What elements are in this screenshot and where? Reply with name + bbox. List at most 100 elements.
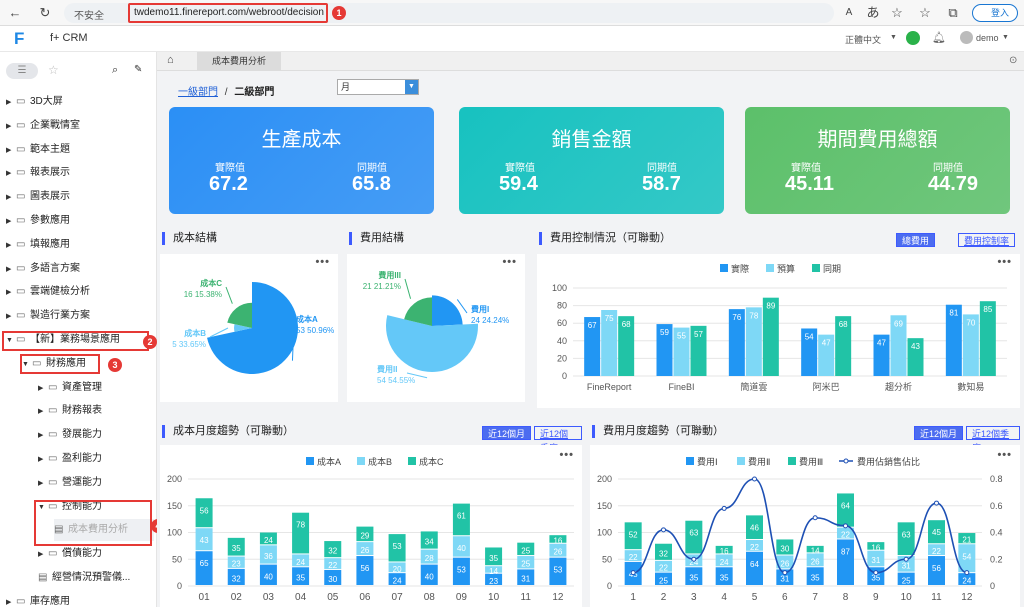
sidebar-item-label: 填報應用: [30, 238, 70, 250]
chevron-down-icon[interactable]: ▼: [405, 80, 418, 94]
legend-label: 成本C: [419, 456, 444, 467]
sidebar-item[interactable]: ▶ ▭ 發展能力: [38, 424, 102, 446]
sidebar-item[interactable]: ▶ ▭ 營運能力: [38, 472, 102, 494]
kpi-card[interactable]: 銷售金額 實際值 59.4 同期值 58.7: [459, 107, 724, 214]
sidebar-item[interactable]: ▤ 經營情況預警儀...: [38, 567, 130, 589]
sidebar-item[interactable]: ▶ ▭ 3D大屏: [6, 91, 63, 113]
directory-icon[interactable]: ☰: [6, 63, 38, 79]
read-aloud-icon[interactable]: A: [840, 4, 858, 22]
url-text[interactable]: twdemo11.finereport.com/webroot/decision: [128, 3, 328, 23]
caret-right-icon[interactable]: ▶: [38, 473, 48, 495]
panel-title: 費用結構: [349, 232, 404, 245]
sidebar-item[interactable]: ▶ ▭ 填報應用: [6, 234, 70, 256]
caret-right-icon[interactable]: ▶: [6, 282, 16, 304]
back-icon[interactable]: ←: [6, 4, 24, 22]
sidebar-item[interactable]: ▶ ▭ 財務報表: [38, 400, 102, 422]
tab-cost-analysis[interactable]: 成本費用分析: [197, 52, 281, 71]
caret-right-icon[interactable]: ▶: [6, 306, 16, 328]
chevron-down-icon: ▼: [890, 34, 897, 41]
bar-value: 26: [553, 548, 562, 557]
bar-value: 56: [932, 564, 941, 573]
caret-right-icon[interactable]: ▶: [6, 187, 16, 209]
caret-right-icon[interactable]: ▶: [6, 116, 16, 138]
bar-value: 34: [425, 538, 434, 547]
panel-body: ••• 成本A 成本B 成本C 0 50 100 150 200 65 43 56 01 32 23 35 0…: [160, 445, 582, 607]
translate-icon[interactable]: あ: [864, 4, 882, 22]
caret-right-icon[interactable]: ▶: [6, 235, 16, 257]
report-icon: ▤: [38, 572, 48, 583]
sidebar-item[interactable]: ▶ ▭ 報表展示: [6, 162, 70, 184]
caret-right-icon[interactable]: ▶: [6, 92, 16, 114]
folder-icon: ▭: [16, 286, 26, 298]
sidebar-item[interactable]: ▶ ▭ 範本主題: [6, 139, 70, 161]
kpi-card[interactable]: 期間費用總額 實際值 45.11 同期值 44.79: [745, 107, 1010, 214]
more-icon[interactable]: •••: [997, 449, 1012, 461]
expense-control-chart: 實際 預算 同期 0 20 40 60 80 100 67 75 68 FineReport 59 55 57…: [552, 263, 1007, 392]
sidebar-item[interactable]: ▶ ▭ 參數應用: [6, 210, 70, 232]
address-bar[interactable]: 不安全 twdemo11.finereport.com/webroot/deci…: [64, 3, 834, 23]
sidebar-item[interactable]: ▶ ▭ 雲端健檢分析: [6, 281, 90, 303]
chat-icon[interactable]: [906, 31, 920, 45]
language-selector[interactable]: 正體中文: [845, 33, 881, 46]
sidebar-item[interactable]: ▶ ▭ 圖表展示: [6, 186, 70, 208]
caret-right-icon[interactable]: ▶: [6, 259, 16, 281]
home-icon[interactable]: ⌂: [167, 54, 174, 66]
caret-right-icon[interactable]: ▶: [6, 211, 16, 233]
avatar[interactable]: [960, 31, 973, 44]
caret-right-icon[interactable]: ▶: [38, 449, 48, 471]
caret-right-icon[interactable]: ▶: [38, 378, 48, 400]
caret-right-icon[interactable]: ▶: [6, 163, 16, 185]
bar-value: 22: [932, 547, 941, 556]
pin-icon[interactable]: ✎: [134, 64, 142, 75]
search-icon[interactable]: ⌕: [112, 64, 118, 77]
slice-value: 24 24.24%: [471, 316, 509, 325]
login-button[interactable]: 登入: [972, 4, 1018, 22]
breadcrumb-level1[interactable]: 一級部門: [178, 87, 218, 98]
sidebar-item[interactable]: ▶ ▭ 償債能力: [38, 543, 102, 565]
bar-value: 57: [694, 330, 703, 339]
sidebar-item[interactable]: ▶ ▭ 盈利能力: [38, 448, 102, 470]
last-12-months-button[interactable]: 近12個月: [482, 426, 532, 440]
sidebar-item[interactable]: ▶ ▭ 製造行業方案: [6, 305, 90, 327]
caret-right-icon[interactable]: ▶: [38, 401, 48, 423]
caret-right-icon[interactable]: ▶: [6, 592, 16, 614]
sidebar-item[interactable]: ▶ ▭ 資產管理: [38, 377, 102, 399]
panel-body: ••• 費用Ⅰ 費用Ⅱ 費用Ⅲ 費用佔銷售佔比 0 50 100 150 200 0 0.2 0.4 0…: [590, 445, 1020, 607]
kpi-card[interactable]: 生產成本 實際值 67.2 同期值 65.8: [169, 107, 434, 214]
period-select[interactable]: 月 ▼: [337, 79, 419, 95]
bell-icon[interactable]: 🔔︎: [932, 31, 946, 44]
folder-icon: ▭: [16, 595, 26, 607]
caret-right-icon[interactable]: ▶: [38, 544, 48, 566]
last-12-months-button[interactable]: 近12個月: [914, 426, 964, 440]
star-icon[interactable]: ☆: [48, 63, 59, 77]
favorite-icon[interactable]: ☆: [888, 4, 906, 22]
y-tick-label: 40: [557, 336, 567, 346]
more-icon[interactable]: •••: [315, 256, 330, 268]
username[interactable]: demo: [976, 33, 999, 43]
more-icon[interactable]: •••: [559, 449, 574, 461]
sidebar-item[interactable]: ▶ ▭ 企業戰情室: [6, 115, 80, 137]
refresh-icon[interactable]: ↻: [36, 4, 54, 22]
total-expense-button[interactable]: 總費用: [896, 233, 936, 247]
expense-control-rate-button[interactable]: 費用控制率: [958, 233, 1016, 247]
legend-label: 實際: [731, 263, 749, 274]
sidebar-item[interactable]: ▶ ▭ 庫存應用: [6, 591, 70, 613]
collections-icon[interactable]: ⧉: [944, 4, 962, 22]
caret-right-icon[interactable]: ▶: [6, 140, 16, 162]
caret-right-icon[interactable]: ▶: [38, 425, 48, 447]
line-point: [812, 515, 818, 521]
sidebar-item[interactable]: ▶ ▭ 多語言方案: [6, 258, 80, 280]
app-title: f+ CRM: [50, 32, 88, 44]
last-12-quarters-button[interactable]: 近12個季度: [966, 426, 1020, 453]
kpi-actual-value: 67.2: [209, 173, 248, 195]
bar-value: 29: [360, 531, 369, 540]
legend-swatch: [812, 264, 820, 272]
line-point: [721, 505, 727, 511]
last-12-quarters-button[interactable]: 近12個季度: [534, 426, 582, 453]
bar-value: 26: [360, 546, 369, 555]
more-icon[interactable]: •••: [997, 256, 1012, 268]
more-icon[interactable]: •••: [502, 256, 517, 268]
more-icon[interactable]: ⊙: [1009, 55, 1017, 66]
x-tick-label: 12: [961, 592, 973, 603]
favorites-list-icon[interactable]: ☆: [916, 4, 934, 22]
